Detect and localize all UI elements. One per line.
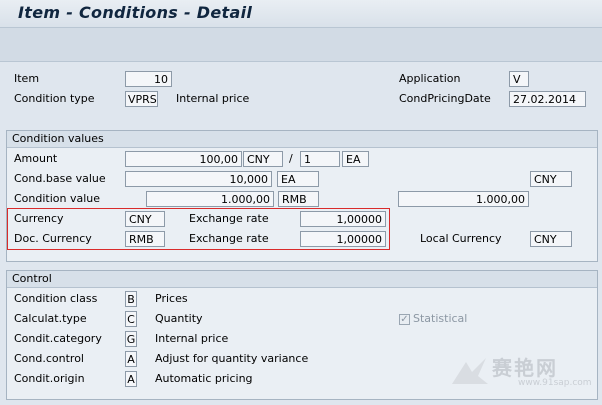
currency-label: Currency — [14, 212, 64, 225]
calculat-type-field[interactable]: C — [125, 311, 137, 327]
page-title: Item - Conditions - Detail — [18, 3, 253, 22]
condition-class-label: Condition class — [14, 292, 98, 305]
condit-category-label: Condit.category — [14, 332, 102, 345]
exchange-rate-field-1[interactable]: 1,00000 — [300, 211, 386, 227]
amount-field[interactable]: 100,00 — [125, 151, 242, 167]
calculat-type-label: Calculat.type — [14, 312, 87, 325]
doc-currency-field[interactable]: RMB — [125, 231, 165, 247]
unit-of-measure-field[interactable]: EA — [342, 151, 369, 167]
condition-values-title: Condition values — [12, 132, 104, 145]
exchange-rate-label-2: Exchange rate — [189, 232, 269, 245]
pricing-unit-field[interactable]: 1 — [300, 151, 340, 167]
amount-label: Amount — [14, 152, 58, 165]
condit-origin-label: Condit.origin — [14, 372, 85, 385]
cond-base-value-field[interactable]: 10,000 — [125, 171, 272, 187]
condit-category-description: Internal price — [155, 332, 229, 345]
condition-type-description: Internal price — [176, 92, 250, 105]
condition-value-label: Condition value — [14, 192, 101, 205]
exchange-rate-label-1: Exchange rate — [189, 212, 269, 225]
local-currency-label: Local Currency — [420, 232, 502, 245]
cond-control-label: Cond.control — [14, 352, 84, 365]
application-field[interactable]: V — [509, 71, 529, 87]
condition-value-currency-field[interactable]: RMB — [278, 191, 319, 207]
local-currency-field[interactable]: CNY — [530, 231, 572, 247]
statistical-label: Statistical — [413, 312, 468, 325]
watermark-url: www.91sap.com — [518, 378, 592, 388]
watermark-logo-icon — [452, 358, 488, 384]
condition-value-field[interactable]: 1.000,00 — [146, 191, 274, 207]
statistical-checkbox[interactable]: ✓ — [399, 314, 410, 325]
condition-values-header: Condition values — [7, 131, 597, 148]
cond-control-description: Adjust for quantity variance — [155, 352, 309, 365]
local-currency-value-field[interactable]: 1.000,00 — [398, 191, 529, 207]
condit-category-field[interactable]: G — [125, 331, 137, 347]
cond-base-value-label: Cond.base value — [14, 172, 106, 185]
cond-pricing-date-label: CondPricingDate — [399, 92, 491, 105]
condit-origin-field[interactable]: A — [125, 371, 137, 387]
doc-currency-label: Doc. Currency — [14, 232, 92, 245]
application-label: Application — [399, 72, 461, 85]
condition-class-field[interactable]: B — [125, 291, 137, 307]
item-field[interactable]: 10 — [125, 71, 172, 87]
condit-origin-description: Automatic pricing — [155, 372, 253, 385]
watermark-brand: 赛艳网 — [492, 356, 558, 380]
control-header: Control — [7, 271, 597, 288]
cond-base-currency-field[interactable]: CNY — [530, 171, 572, 187]
item-label: Item — [14, 72, 40, 85]
condition-type-label: Condition type — [14, 92, 95, 105]
exchange-rate-field-2[interactable]: 1,00000 — [300, 231, 386, 247]
condition-class-description: Prices — [155, 292, 188, 305]
currency-field[interactable]: CNY — [125, 211, 165, 227]
control-title: Control — [12, 272, 52, 285]
cond-control-field[interactable]: A — [125, 351, 137, 367]
per-separator: / — [289, 152, 293, 165]
calculat-type-description: Quantity — [155, 312, 203, 325]
amount-currency-field[interactable]: CNY — [243, 151, 283, 167]
cond-pricing-date-field[interactable]: 27.02.2014 — [509, 91, 586, 107]
condition-type-field[interactable]: VPRS — [125, 91, 158, 107]
cond-base-unit-field[interactable]: EA — [277, 171, 319, 187]
title-bar: Item - Conditions - Detail — [0, 0, 602, 28]
application-toolbar — [0, 28, 602, 62]
